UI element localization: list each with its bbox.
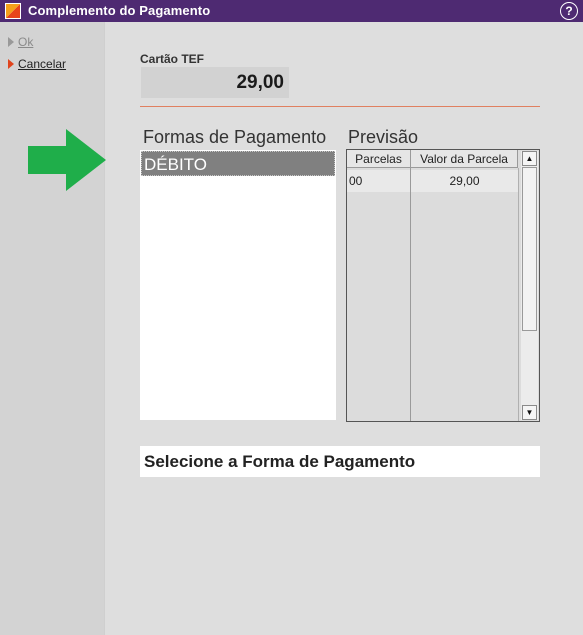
column-header-parcelas[interactable]: Parcelas <box>347 150 411 168</box>
arrow-right-icon <box>28 129 106 191</box>
column-separator <box>518 168 519 421</box>
sidebar-divider <box>104 22 105 635</box>
help-button[interactable]: ? <box>560 2 578 20</box>
column-header-valor[interactable]: Valor da Parcela <box>411 150 518 168</box>
list-item-debito[interactable]: DÉBITO <box>141 151 335 176</box>
section-divider <box>140 106 540 107</box>
action-sidebar: Ok Cancelar <box>0 22 104 635</box>
cancel-button[interactable]: Cancelar <box>8 56 66 72</box>
cell-parcelas: 00 <box>349 174 363 188</box>
payment-methods-list[interactable]: DÉBITO <box>140 150 336 420</box>
scroll-thumb[interactable] <box>522 167 537 331</box>
installments-grid[interactable]: Parcelas Valor da Parcela 00 29,00 ▲ ▼ <box>346 149 540 422</box>
triangle-right-icon <box>8 58 14 69</box>
formas-label: Formas de Pagamento <box>143 127 327 147</box>
cancel-label: Cancelar <box>18 57 67 71</box>
vertical-scrollbar[interactable]: ▲ ▼ <box>521 151 538 420</box>
window-title: Complemento do Pagamento <box>28 3 211 18</box>
column-separator <box>410 168 411 421</box>
cell-valor: 29,00 <box>449 174 480 188</box>
triangle-right-icon <box>8 36 14 47</box>
ok-label: Ok <box>18 35 34 49</box>
tef-label: Cartão TEF <box>140 52 205 66</box>
previsao-label: Previsão <box>348 127 419 147</box>
tef-amount-field: 29,00 <box>141 67 289 98</box>
app-logo-icon <box>5 3 21 19</box>
table-row[interactable]: 00 29,00 <box>347 170 518 192</box>
ok-button[interactable]: Ok <box>8 34 33 50</box>
status-message: Selecione a Forma de Pagamento <box>140 446 540 477</box>
scroll-up-button[interactable]: ▲ <box>522 151 537 166</box>
title-bar: Complemento do Pagamento ? <box>0 0 583 22</box>
scroll-down-button[interactable]: ▼ <box>522 405 537 420</box>
